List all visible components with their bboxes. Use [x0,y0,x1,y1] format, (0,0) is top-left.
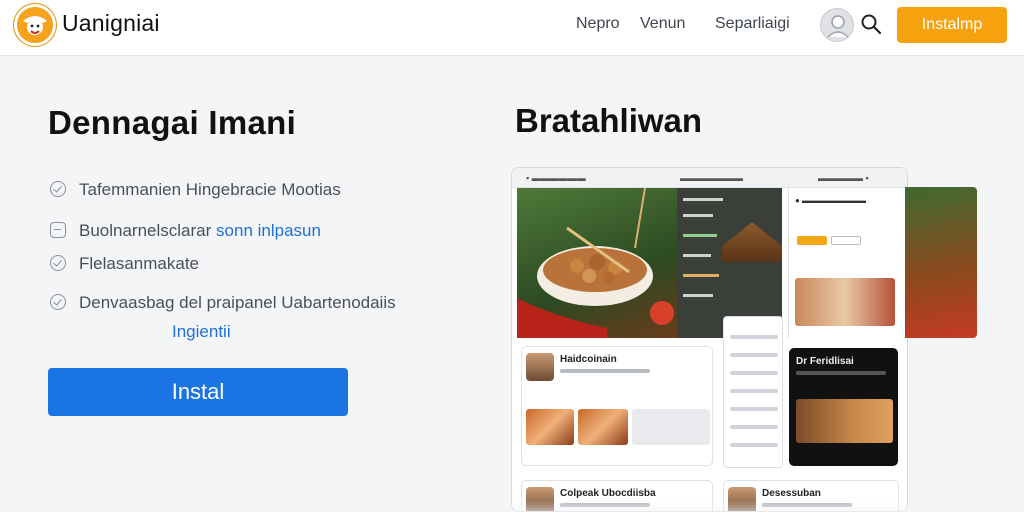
post-card[interactable]: Haidcoinain [521,346,713,466]
nav-link-2[interactable]: Venun [640,15,685,33]
detail-panel: ● ▬▬▬▬▬▬▬▬ [788,188,901,338]
food-photo [517,187,677,338]
text-line [683,274,719,277]
food-photo [578,409,628,445]
list-item[interactable] [730,335,778,339]
list-item[interactable] [730,407,778,411]
list-item[interactable] [730,443,778,447]
install-button[interactable]: Instal [48,368,348,416]
square-icon [50,222,66,238]
card-title: Haidcoinain [560,354,617,365]
app-preview-mockup: ▪ ▬▬▬▬▬▬ ▬▬▬▬▬▬▬ ▬▬▬▬▬ ▪ ● ▬▬▬▬▬▬▬▬ Haid… [511,167,908,512]
food-photo [526,409,574,445]
mockup-bar-text: ▪ ▬▬▬▬▬▬ [526,173,586,183]
list-item[interactable] [730,389,778,393]
check-circle-icon [50,181,66,197]
detail-header: ● ▬▬▬▬▬▬▬▬ [795,196,867,205]
install-button-top[interactable]: Instalmp [897,7,1007,43]
list-item[interactable] [730,353,778,357]
search-icon[interactable] [859,12,883,36]
card-title: Colpeak Ubocdiisba [560,488,656,499]
side-list [723,316,783,468]
user-avatar-icon[interactable] [820,8,854,42]
text-line [796,371,886,375]
avatar [728,487,756,511]
detail-action-button[interactable] [797,236,827,245]
avatar [526,353,554,381]
text-line [683,254,711,257]
video-thumbnail [796,399,893,443]
text-line [683,198,723,201]
text-line [762,503,852,507]
video-card[interactable]: Dr Feridlisai [789,348,898,466]
feature-link[interactable]: Ingientii [172,322,231,342]
preview-title: Bratahliwan [515,102,703,139]
mockup-bar-text: ▬▬▬▬▬ ▪ [818,173,869,183]
mockup-titlebar: ▪ ▬▬▬▬▬▬ ▬▬▬▬▬▬▬ ▬▬▬▬▬ ▪ [512,168,907,188]
post-card[interactable]: Desessuban [723,480,899,511]
feature-text: Denvaasbag del praipanel Uabartenodaiis [79,293,396,312]
check-circle-icon [50,294,66,310]
feature-text: Buolnarnelsclarar sonn inlpasun [79,221,321,240]
text-line [683,294,713,297]
building-image [722,222,782,262]
feature-text: Tafemmanien Hingebracie Mootias [79,180,341,199]
post-card[interactable]: Colpeak Ubocdiisba [521,480,713,511]
list-item[interactable] [730,371,778,375]
text-line [560,503,650,507]
card-title: Desessuban [762,488,821,499]
check-circle-icon [50,255,66,271]
list-item[interactable] [730,425,778,429]
text-line [560,369,650,373]
card-title: Dr Feridlisai [796,356,854,367]
hero-title: Dennagai Imani [48,104,297,141]
top-navigation: Uanigniai Nepro Venun Separliaigi Instal… [0,0,1024,56]
nav-link-3[interactable]: Separliaigi [715,15,790,33]
brand-name[interactable]: Uanigniai [62,10,160,37]
avatar [526,487,554,511]
card-caption [632,409,710,445]
detail-secondary-button[interactable] [831,236,861,245]
feature-text: Flelasanmakate [79,254,200,273]
people-photo [795,278,895,326]
text-line [683,234,717,237]
feature-link[interactable]: sonn inlpasun [216,221,321,240]
mockup-bar-text: ▬▬▬▬▬▬▬ [680,173,743,183]
text-line [683,214,713,217]
food-photo [905,187,977,338]
brand-logo-icon[interactable] [14,4,56,46]
nav-link-1[interactable]: Nepro [576,15,620,33]
